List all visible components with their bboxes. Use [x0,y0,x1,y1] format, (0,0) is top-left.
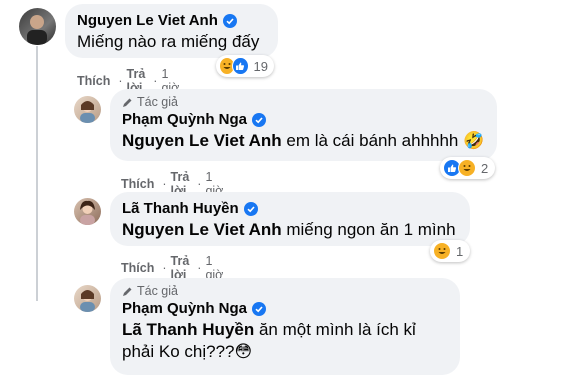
haha-reaction-icon [433,242,451,260]
reaction-summary[interactable]: 1 [430,240,470,262]
author-name-text[interactable]: Phạm Quỳnh Nga [122,111,247,128]
author-name[interactable]: Lã Thanh Huyền [122,200,458,217]
author-tag-label: Tác giả [137,284,178,298]
mention-link[interactable]: Nguyen Le Viet Anh [122,220,282,239]
separator-dot: · [197,261,202,275]
author-name-text[interactable]: Lã Thanh Huyền [122,200,239,217]
like-button[interactable]: Thích [77,74,110,88]
like-reaction-icon [232,57,249,75]
separator-dot: · [197,177,202,191]
author-name-text[interactable]: Phạm Quỳnh Nga [122,300,247,317]
author-name[interactable]: Phạm Quỳnh Nga [122,111,485,128]
like-button[interactable]: Thích [121,261,154,275]
mention-link[interactable]: Lã Thanh Huyền [122,320,254,339]
separator-dot: · [162,261,167,275]
verified-badge-icon [252,112,267,127]
reaction-summary[interactable]: 2 [440,157,495,179]
verified-badge-icon [252,301,267,316]
separator-dot: · [118,74,123,88]
separator-dot: · [162,177,167,191]
thread-line [36,46,38,301]
author-tag-label: Tác giả [137,95,178,109]
author-name[interactable]: Nguyen Le Viet Anh [77,12,266,29]
verified-badge-icon [222,13,237,28]
reaction-count: 19 [253,58,268,74]
pencil-icon [123,287,132,296]
avatar[interactable] [74,285,101,312]
like-button[interactable]: Thích [121,177,154,191]
haha-reaction-icon [458,159,476,177]
comment-bubble: Tác giả Phạm Quỳnh Nga Nguyen Le Viet An… [110,89,497,161]
mention-link[interactable]: Nguyen Le Viet Anh [122,131,282,150]
comment-text-body: miếng ngon ăn 1 mình [281,220,456,239]
author-name[interactable]: Phạm Quỳnh Nga [122,300,448,317]
reaction-summary[interactable]: 19 [216,55,274,77]
author-name-text[interactable]: Nguyen Le Viet Anh [77,12,218,29]
separator-dot: · [153,74,158,88]
author-tag: Tác giả [122,95,485,109]
comment-text: Miếng nào ra miếng đấy [77,32,260,51]
comment-text-body: em là cái bánh ahhhhh 🤣 [281,131,485,150]
avatar[interactable] [74,198,101,225]
avatar[interactable] [19,8,56,45]
comment-bubble: Lã Thanh Huyền Nguyen Le Viet Anh miếng … [110,192,470,246]
comment-text: Lã Thanh Huyền ăn một mình là ích kỉ phả… [122,319,442,363]
comment-bubble: Nguyen Le Viet Anh Miếng nào ra miếng đấ… [65,4,278,58]
comment-text: Nguyen Le Viet Anh em là cái bánh ahhhhh… [122,130,485,152]
comment-text: Nguyen Le Viet Anh miếng ngon ăn 1 mình [122,219,458,241]
verified-badge-icon [243,201,258,216]
avatar[interactable] [74,96,101,123]
comment-bubble: Tác giả Phạm Quỳnh Nga Lã Thanh Huyền ăn… [110,278,460,375]
reaction-count: 2 [481,160,489,176]
pencil-icon [123,98,132,107]
reaction-count: 1 [456,243,464,259]
author-tag: Tác giả [122,284,448,298]
